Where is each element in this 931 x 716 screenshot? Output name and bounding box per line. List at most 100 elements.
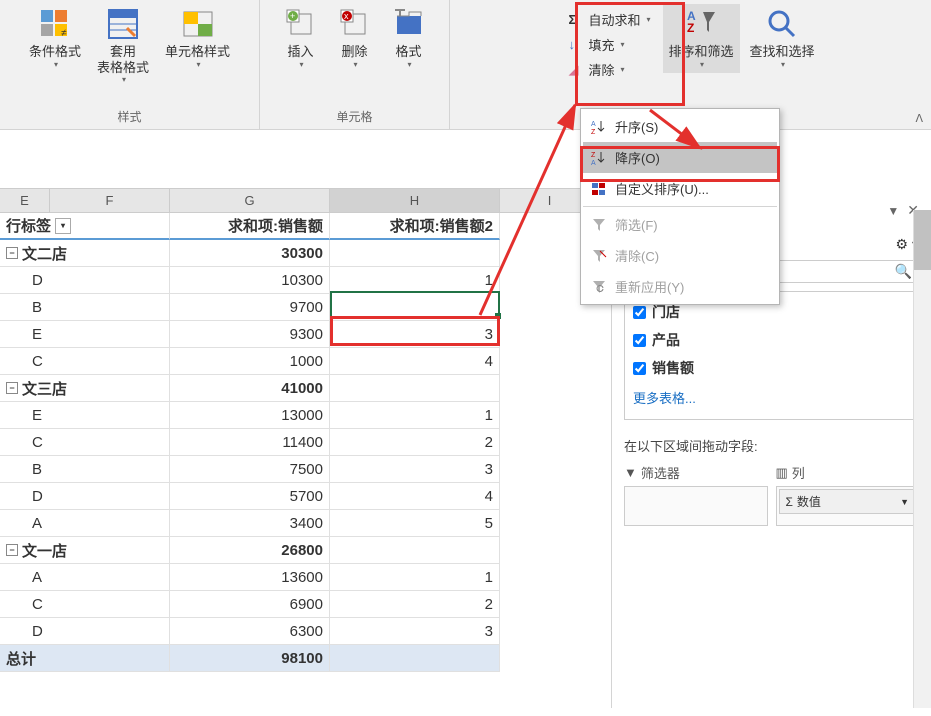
row-v2-cell[interactable] [330, 375, 500, 402]
row-v1-cell[interactable]: 9300 [170, 321, 330, 348]
row-v1-cell[interactable]: 10300 [170, 267, 330, 294]
row-v2-cell[interactable]: 1 [330, 267, 500, 294]
row-v1-cell[interactable]: 11400 [170, 429, 330, 456]
sort-filter-button[interactable]: AZ 排序和筛选 ▾ [663, 4, 740, 73]
row-v1-cell[interactable]: 30300 [170, 240, 330, 267]
col-header-G[interactable]: G [170, 189, 330, 212]
field-checkbox[interactable] [633, 334, 646, 347]
dropdown-arrow-icon: ▼ [900, 497, 909, 507]
row-v2-cell[interactable]: 1 [330, 564, 500, 591]
row-label-cell[interactable]: B [0, 456, 170, 483]
column-headers: E F G H I [0, 188, 600, 213]
menu-sort-asc[interactable]: AZ 升序(S) [583, 111, 777, 142]
field-item[interactable]: 产品 [631, 326, 912, 354]
row-label-cell[interactable]: D [0, 483, 170, 510]
conditional-format-icon: ≠ [39, 8, 71, 40]
row-v2-cell[interactable] [330, 537, 500, 564]
row-label-text: 行标签 [6, 215, 51, 236]
menu-custom-sort[interactable]: 自定义排序(U)... [583, 173, 777, 204]
dropdown-arrow-icon: ▾ [353, 60, 357, 69]
values-item[interactable]: Σ数值▼ [779, 489, 917, 514]
row-v2-cell[interactable]: 4 [330, 348, 500, 375]
fill-handle[interactable] [495, 313, 501, 319]
row-label-cell[interactable]: E [0, 402, 170, 429]
more-tables-link[interactable]: 更多表格... [631, 382, 912, 413]
pivot-sum2-header[interactable]: 求和项:销售额2 [330, 213, 500, 240]
row-label-cell[interactable]: −文二店 [0, 240, 170, 267]
row-v1-cell[interactable]: 5700 [170, 483, 330, 510]
row-label-cell[interactable]: E [0, 321, 170, 348]
panel-dropdown-icon[interactable]: ▼ [887, 204, 899, 218]
row-label-cell[interactable]: −文三店 [0, 375, 170, 402]
row-label-cell[interactable]: D [0, 267, 170, 294]
conditional-format-button[interactable]: ≠ 条件格式 ▾ [23, 4, 87, 88]
row-v2-cell[interactable] [330, 240, 500, 267]
selected-cell[interactable] [330, 291, 500, 318]
row-v1-cell[interactable]: 13600 [170, 564, 330, 591]
field-checkbox[interactable] [633, 362, 646, 375]
menu-sort-asc-label: 升序(S) [615, 117, 658, 136]
filter-dropdown-icon[interactable]: ▾ [55, 218, 71, 234]
total-v2[interactable] [330, 645, 500, 672]
row-v1-cell[interactable]: 26800 [170, 537, 330, 564]
fill-down-icon: ↓ [568, 37, 584, 53]
row-v2-cell[interactable]: 1 [330, 402, 500, 429]
pivot-sum1-header[interactable]: 求和项:销售额 [170, 213, 330, 240]
row-label-cell[interactable]: D [0, 618, 170, 645]
row-v2-cell[interactable]: 3 [330, 456, 500, 483]
row-v1-cell[interactable]: 1000 [170, 348, 330, 375]
menu-clear: 清除(C) [583, 240, 777, 271]
total-v1[interactable]: 98100 [170, 645, 330, 672]
svg-text:A: A [591, 121, 596, 128]
row-v1-cell[interactable]: 13000 [170, 402, 330, 429]
row-v2-cell[interactable]: 3 [330, 321, 500, 348]
fields-scrollbar[interactable] [913, 291, 919, 420]
row-v1-cell[interactable]: 3400 [170, 510, 330, 537]
row-label-cell[interactable]: A [0, 564, 170, 591]
field-checkbox[interactable] [633, 306, 646, 319]
row-label-cell[interactable]: C [0, 591, 170, 618]
row-label-cell[interactable]: C [0, 348, 170, 375]
row-label-cell[interactable]: C [0, 429, 170, 456]
find-select-button[interactable]: 查找和选择 ▾ [744, 4, 821, 73]
row-v1-cell[interactable]: 41000 [170, 375, 330, 402]
delete-button[interactable]: x 删除 ▾ [330, 4, 380, 73]
row-label-text: C [32, 596, 43, 613]
row-v1-cell[interactable]: 7500 [170, 456, 330, 483]
table-format-button[interactable]: 套用 表格格式 ▾ [91, 4, 155, 88]
field-item[interactable]: 销售额 [631, 354, 912, 382]
row-v2-cell[interactable]: 2 [330, 591, 500, 618]
row-v1-cell[interactable]: 6900 [170, 591, 330, 618]
row-label-text: E [32, 407, 42, 424]
clear-button[interactable]: ◢清除▾ [564, 58, 654, 81]
row-v1-cell[interactable]: 6300 [170, 618, 330, 645]
row-v1-cell[interactable]: 9700 [170, 294, 330, 321]
total-label[interactable]: 总计 [0, 645, 170, 672]
collapse-icon[interactable]: − [6, 382, 18, 394]
insert-button[interactable]: + 插入 ▾ [276, 4, 326, 73]
filter-area-box[interactable] [624, 486, 768, 526]
cell-style-button[interactable]: 单元格样式 ▾ [159, 4, 236, 88]
row-v2-cell[interactable]: 5 [330, 510, 500, 537]
col-header-E[interactable]: E [0, 189, 50, 212]
row-v2-cell[interactable]: 3 [330, 618, 500, 645]
row-v2-cell[interactable]: 2 [330, 429, 500, 456]
format-button[interactable]: 格式 ▾ [384, 4, 434, 73]
menu-sort-desc[interactable]: ZA 降序(O) [583, 142, 777, 173]
fields-list: 门店产品销售额 更多表格... [624, 291, 919, 420]
collapse-icon[interactable]: − [6, 247, 18, 259]
ribbon-collapse-icon[interactable]: ᐱ [915, 112, 923, 125]
row-label-cell[interactable]: −文一店 [0, 537, 170, 564]
col-header-H[interactable]: H [330, 189, 500, 212]
sort-filter-label: 排序和筛选 [669, 44, 734, 60]
fill-button[interactable]: ↓填充▾ [564, 33, 654, 56]
pivot-row-label-header[interactable]: 行标签▾ [0, 213, 170, 240]
row-label-cell[interactable]: A [0, 510, 170, 537]
fill-label: 填充 [588, 35, 614, 54]
autosum-button[interactable]: Σ自动求和▾ [564, 8, 654, 31]
columns-area-box[interactable]: Σ数值▼ [776, 486, 920, 526]
col-header-F[interactable]: F [50, 189, 170, 212]
row-v2-cell[interactable]: 4 [330, 483, 500, 510]
collapse-icon[interactable]: − [6, 544, 18, 556]
row-label-cell[interactable]: B [0, 294, 170, 321]
